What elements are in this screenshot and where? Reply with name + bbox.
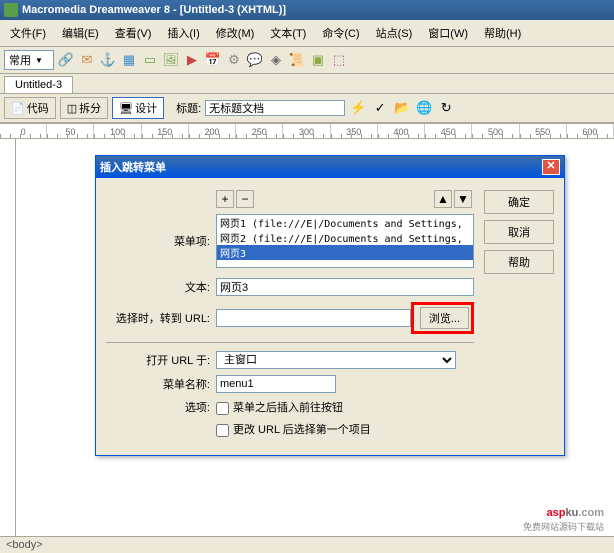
media-icon[interactable]: ▶ bbox=[183, 51, 201, 69]
url-label: 选择时，转到 URL: bbox=[106, 310, 216, 326]
preview-icon[interactable]: 🌐 bbox=[415, 99, 433, 117]
document-tabs: Untitled-3 bbox=[0, 74, 614, 94]
menu-site[interactable]: 站点(S) bbox=[370, 23, 419, 43]
menu-name-label: 菜单名称: bbox=[106, 376, 216, 392]
status-bar: <body> bbox=[0, 536, 614, 553]
menu-help[interactable]: 帮助(H) bbox=[478, 23, 527, 43]
open-in-select[interactable]: 主窗口 bbox=[216, 351, 456, 369]
watermark-sub: 免费网站源码下载站 bbox=[523, 520, 604, 533]
vertical-ruler bbox=[0, 139, 16, 539]
menu-file[interactable]: 文件(F) bbox=[4, 23, 52, 43]
list-item[interactable]: 网页3 bbox=[217, 245, 473, 260]
document-tab[interactable]: Untitled-3 bbox=[4, 76, 73, 93]
menu-view[interactable]: 查看(V) bbox=[109, 23, 158, 43]
list-item[interactable]: 网页2 (file:///E|/Documents and Settings, bbox=[217, 230, 473, 245]
menu-commands[interactable]: 命令(C) bbox=[316, 23, 365, 43]
close-icon[interactable]: ✕ bbox=[542, 159, 560, 175]
split-view-button[interactable]: ◫拆分 bbox=[60, 97, 108, 119]
table-icon[interactable]: ▦ bbox=[120, 51, 138, 69]
text-label: 文本: bbox=[106, 279, 216, 295]
hyperlink-icon[interactable]: 🔗 bbox=[57, 51, 75, 69]
app-titlebar: Macromedia Dreamweaver 8 - [Untitled-3 (… bbox=[0, 0, 614, 20]
text-input[interactable] bbox=[216, 278, 474, 296]
help-button[interactable]: 帮助 bbox=[484, 250, 554, 274]
cancel-button[interactable]: 取消 bbox=[484, 220, 554, 244]
move-down-button[interactable]: ▼ bbox=[454, 190, 472, 208]
option2-label[interactable]: 更改 URL 后选择第一个项目 bbox=[216, 421, 371, 437]
menu-window[interactable]: 窗口(W) bbox=[422, 23, 474, 43]
horizontal-ruler: 050100150200250300350400450500550600 bbox=[0, 123, 614, 139]
validate-icon[interactable]: ✓ bbox=[371, 99, 389, 117]
date-icon[interactable]: 📅 bbox=[204, 51, 222, 69]
script-icon[interactable]: 📜 bbox=[288, 51, 306, 69]
menu-name-input[interactable] bbox=[216, 375, 336, 393]
open-in-label: 打开 URL 于: bbox=[106, 352, 216, 368]
option1-checkbox[interactable] bbox=[216, 402, 229, 415]
app-title: Macromedia Dreamweaver 8 - [Untitled-3 (… bbox=[22, 4, 286, 16]
menu-modify[interactable]: 修改(M) bbox=[210, 23, 261, 43]
options-label: 选项: bbox=[106, 399, 216, 415]
move-up-button[interactable]: ▲ bbox=[434, 190, 452, 208]
file-mgmt-icon[interactable]: 📂 bbox=[393, 99, 411, 117]
server-icon[interactable]: ⚙ bbox=[225, 51, 243, 69]
dialog-title: 插入跳转菜单 bbox=[100, 159, 166, 175]
code-view-button[interactable]: 📄代码 bbox=[4, 97, 56, 119]
template-icon[interactable]: ▣ bbox=[309, 51, 327, 69]
document-toolbar: 📄代码 ◫拆分 🖥设计 标题: ⚡ ✓ 📂 🌐 ↻ bbox=[0, 94, 614, 123]
browse-button[interactable]: 浏览... bbox=[420, 307, 469, 329]
option1-label[interactable]: 菜单之后插入前往按钮 bbox=[216, 399, 343, 415]
layer-icon[interactable]: ▭ bbox=[141, 51, 159, 69]
jump-menu-dialog: 插入跳转菜单 ✕ + − ▲ ▼ 菜单项: 网页1 (file:///E|/Do… bbox=[95, 155, 565, 456]
list-item[interactable]: 网页1 (file:///E|/Documents and Settings, bbox=[217, 215, 473, 230]
refresh-icon[interactable]: ↻ bbox=[437, 99, 455, 117]
menu-insert[interactable]: 插入(I) bbox=[161, 23, 205, 43]
browser-check-icon[interactable]: ⚡ bbox=[349, 99, 367, 117]
email-icon[interactable]: ✉ bbox=[78, 51, 96, 69]
highlight-box: 浏览... bbox=[411, 302, 474, 334]
menu-items-label: 菜单项: bbox=[106, 233, 216, 249]
tag-selector[interactable]: <body> bbox=[6, 539, 43, 551]
add-item-button[interactable]: + bbox=[216, 190, 234, 208]
ok-button[interactable]: 确定 bbox=[484, 190, 554, 214]
insert-toolbar: 常用▼ 🔗 ✉ ⚓ ▦ ▭ 🖼 ▶ 📅 ⚙ 💬 ◈ 📜 ▣ ⬚ bbox=[0, 47, 614, 74]
menu-items-list[interactable]: 网页1 (file:///E|/Documents and Settings, … bbox=[216, 214, 474, 268]
main-menubar: 文件(F) 编辑(E) 查看(V) 插入(I) 修改(M) 文本(T) 命令(C… bbox=[0, 20, 614, 47]
tag-icon[interactable]: ⬚ bbox=[330, 51, 348, 69]
anchor-icon[interactable]: ⚓ bbox=[99, 51, 117, 69]
watermark: aspku.com bbox=[547, 495, 605, 523]
menu-text[interactable]: 文本(T) bbox=[264, 23, 312, 43]
document-title-input[interactable] bbox=[205, 100, 345, 116]
title-label: 标题: bbox=[176, 100, 201, 116]
head-icon[interactable]: ◈ bbox=[267, 51, 285, 69]
app-icon bbox=[4, 3, 18, 17]
option2-checkbox[interactable] bbox=[216, 424, 229, 437]
image-icon[interactable]: 🖼 bbox=[162, 51, 180, 69]
comment-icon[interactable]: 💬 bbox=[246, 51, 264, 69]
dialog-titlebar[interactable]: 插入跳转菜单 ✕ bbox=[96, 156, 564, 178]
toolbar-mode-select[interactable]: 常用▼ bbox=[4, 50, 54, 70]
menu-edit[interactable]: 编辑(E) bbox=[56, 23, 105, 43]
url-input[interactable] bbox=[216, 309, 411, 327]
design-view-button[interactable]: 🖥设计 bbox=[112, 97, 164, 119]
remove-item-button[interactable]: − bbox=[236, 190, 254, 208]
